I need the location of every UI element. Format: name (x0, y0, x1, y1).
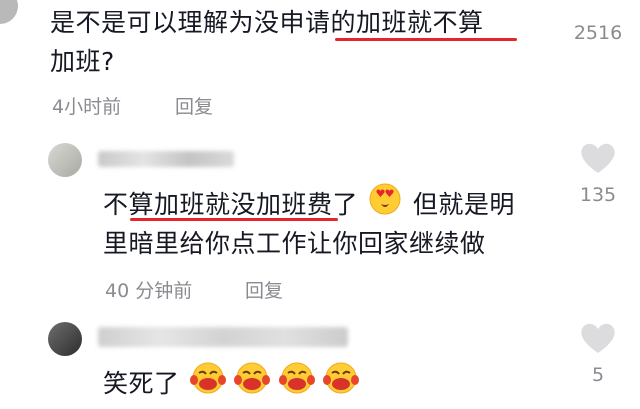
comment-time: 4小时前 (52, 96, 122, 118)
comment-text-line2: 加班? (50, 47, 115, 76)
comment-text-part-b: 但就是明 (412, 190, 515, 219)
avatar[interactable] (0, 0, 18, 24)
comment-text-part-a: 不算加班就没加班费了 (103, 190, 359, 219)
laughing-crying-emoji-icon (278, 361, 315, 409)
laughing-crying-emoji-icon (189, 361, 226, 409)
like-button[interactable] (578, 320, 618, 356)
like-count: 135 (579, 184, 617, 206)
comment-time: 40 分钟前 (105, 280, 193, 302)
username-blurred[interactable] (98, 151, 234, 167)
highlight-underline (130, 218, 338, 221)
like-count: 2516 (573, 22, 623, 44)
comment-text-line2: 里暗里给你点工作让你回家继续做 (103, 229, 486, 258)
heart-outline-icon (581, 143, 615, 173)
laughing-crying-emoji-icon (234, 361, 271, 409)
avatar[interactable] (48, 322, 82, 356)
reply-button[interactable]: 回复 (245, 276, 283, 303)
reply-button[interactable]: 回复 (175, 92, 213, 119)
laughing-crying-emoji-icon (323, 361, 360, 409)
like-count: 5 (591, 364, 605, 386)
avatar[interactable] (48, 143, 82, 177)
comment-text: 笑死了 (103, 361, 360, 409)
highlight-underline (335, 38, 517, 41)
like-button[interactable] (578, 140, 618, 176)
username-blurred[interactable] (98, 327, 348, 347)
heart-outline-icon (581, 323, 615, 353)
comment-text-body: 笑死了 (103, 369, 180, 398)
